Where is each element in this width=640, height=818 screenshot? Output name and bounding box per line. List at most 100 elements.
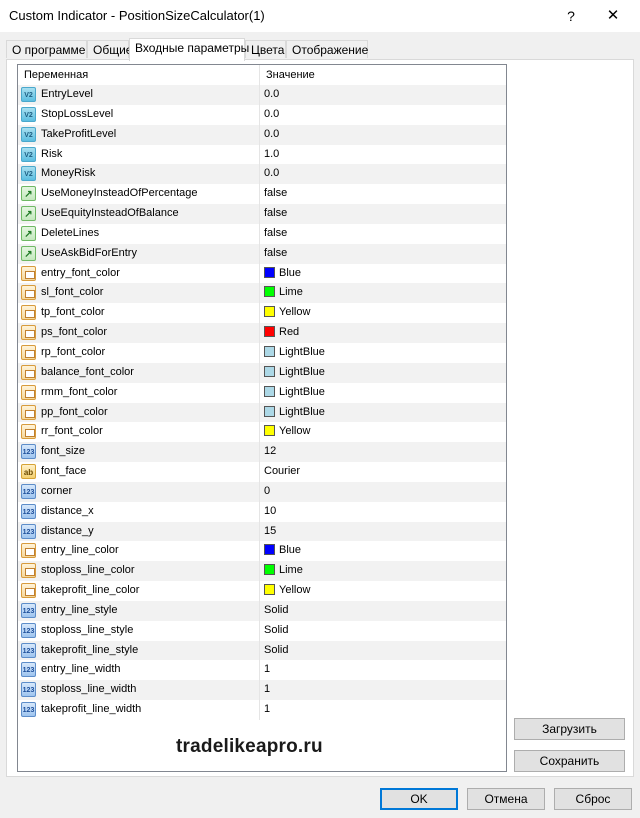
grid-row[interactable]: entry_line_color Blue [18, 541, 506, 562]
variable-cell: ab font_face [18, 462, 260, 482]
value-cell[interactable]: LightBlue [264, 363, 325, 383]
value-cell[interactable]: Solid [264, 601, 288, 621]
title-bar: Custom Indicator - PositionSizeCalculato… [0, 0, 640, 32]
value-cell[interactable]: 12 [264, 442, 276, 462]
value-text: Lime [279, 286, 303, 299]
value-cell[interactable]: 10 [264, 502, 276, 522]
tab-input-parameters[interactable]: Входные параметры [129, 38, 249, 61]
grid-row[interactable]: ↗ DeleteLines false [18, 223, 506, 244]
grid-row[interactable]: 123 takeprofit_line_style Solid [18, 640, 506, 661]
close-button[interactable]: ✕ [598, 4, 628, 28]
value-cell[interactable]: 1 [264, 680, 270, 700]
grid-rows: V2 EntryLevel 0.0 V2 StopLossLevel 0.0 V2 TakeP… [18, 85, 506, 720]
value-text: 1.0 [264, 147, 280, 160]
value-cell[interactable]: 1 [264, 700, 270, 720]
grid-row[interactable]: tp_font_color Yellow [18, 303, 506, 324]
variable-cell: rr_font_color [18, 422, 260, 443]
value-text: 12 [264, 445, 277, 458]
value-cell[interactable]: LightBlue [264, 343, 325, 363]
variable-cell: V2 MoneyRisk [18, 164, 260, 185]
grid-row[interactable]: 123 entry_line_style Solid [18, 600, 506, 621]
value-cell[interactable]: 0.0 [264, 125, 279, 145]
reset-button[interactable]: Сброс [554, 788, 632, 810]
value-text: Courier [264, 465, 301, 478]
value-cell[interactable]: Yellow [264, 303, 310, 323]
help-button[interactable]: ? [556, 4, 586, 28]
value-cell[interactable]: 0 [264, 482, 270, 502]
header-value[interactable]: Значение [260, 65, 506, 85]
grid-row[interactable]: ps_font_color Red [18, 323, 506, 343]
load-button[interactable]: Загрузить [514, 718, 625, 740]
double-value-icon: V2 [21, 106, 36, 122]
grid-row[interactable]: 123 distance_y 15 [18, 521, 506, 542]
value-text: 0.0 [264, 127, 280, 140]
double-value-icon: V2 [21, 87, 36, 102]
value-cell[interactable]: false [264, 184, 287, 204]
grid-row[interactable]: V2 TakeProfitLevel 0.0 [18, 124, 506, 145]
value-text: Red [279, 326, 300, 339]
value-cell[interactable]: 1 [264, 660, 270, 680]
value-cell[interactable]: 0.0 [264, 85, 279, 105]
grid-row[interactable]: V2 Risk 1.0 [18, 144, 506, 165]
grid-row[interactable]: 123 distance_x 10 [18, 501, 506, 522]
value-cell[interactable]: Solid [264, 641, 288, 661]
grid-row[interactable]: stoploss_line_color Lime [18, 561, 506, 582]
grid-row[interactable]: V2 MoneyRisk 0.0 [18, 164, 506, 185]
grid-row[interactable]: V2 EntryLevel 0.0 [18, 85, 506, 105]
integer-icon: 123 [21, 642, 36, 658]
value-cell[interactable]: Lime [264, 283, 303, 303]
value-cell[interactable]: Yellow [264, 422, 310, 442]
value-text: 0 [264, 484, 271, 497]
value-cell[interactable]: Blue [264, 541, 301, 561]
grid-row[interactable]: 123 font_size 12 [18, 442, 506, 463]
value-cell[interactable]: false [264, 244, 287, 264]
boolean-icon: ↗ [21, 206, 36, 222]
value-cell[interactable]: false [264, 224, 287, 244]
value-cell[interactable]: LightBlue [264, 403, 325, 423]
grid-row[interactable]: V2 StopLossLevel 0.0 [18, 104, 506, 125]
tab-about[interactable]: О программе [6, 40, 87, 58]
tab-general[interactable]: Общие [87, 40, 132, 58]
grid-row[interactable]: 123 entry_line_width 1 [18, 660, 506, 681]
value-cell[interactable]: LightBlue [264, 383, 325, 403]
value-cell[interactable]: 0.0 [264, 164, 279, 184]
save-button[interactable]: Сохранить [514, 750, 625, 772]
cancel-button[interactable]: Отмена [467, 788, 545, 810]
grid-row[interactable]: rmm_font_color LightBlue [18, 382, 506, 403]
grid-row[interactable]: 123 takeprofit_line_width 1 [18, 700, 506, 720]
grid-row[interactable]: entry_font_color Blue [18, 263, 506, 284]
variable-cell: stoploss_line_color [18, 561, 260, 582]
value-cell[interactable]: Blue [264, 264, 301, 284]
value-cell[interactable]: 0.0 [264, 105, 279, 125]
header-variable[interactable]: Переменная [18, 65, 260, 85]
grid-row[interactable]: balance_font_color LightBlue [18, 362, 506, 383]
grid-row[interactable]: 123 stoploss_line_width 1 [18, 680, 506, 701]
grid-row[interactable]: 123 corner 0 [18, 481, 506, 502]
grid-row[interactable]: ↗ UseEquityInsteadOfBalance false [18, 204, 506, 224]
boolean-icon: ↗ [21, 245, 36, 261]
value-cell[interactable]: Lime [264, 561, 303, 581]
value-cell[interactable]: Solid [264, 621, 288, 641]
tab-display[interactable]: Отображение [286, 40, 368, 58]
variable-name: DeleteLines [41, 226, 100, 239]
value-cell[interactable]: Yellow [264, 581, 310, 601]
grid-row[interactable]: ↗ UseAskBidForEntry false [18, 243, 506, 264]
grid-row[interactable]: sl_font_color Lime [18, 283, 506, 304]
grid-header: Переменная Значение [18, 65, 506, 85]
value-text: LightBlue [279, 365, 325, 378]
value-cell[interactable]: Courier [264, 462, 300, 482]
color-swatch [264, 405, 275, 417]
grid-row[interactable]: 123 stoploss_line_style Solid [18, 620, 506, 641]
grid-row[interactable]: ↗ UseMoneyInsteadOfPercentage false [18, 184, 506, 205]
grid-row[interactable]: rp_font_color LightBlue [18, 342, 506, 363]
value-cell[interactable]: 15 [264, 522, 276, 542]
value-cell[interactable]: 1.0 [264, 145, 279, 165]
tab-colors[interactable]: Цвета [245, 40, 286, 58]
grid-row[interactable]: pp_font_color LightBlue [18, 402, 506, 423]
grid-row[interactable]: takeprofit_line_color Yellow [18, 581, 506, 601]
value-cell[interactable]: false [264, 204, 287, 224]
ok-button[interactable]: OK [380, 788, 458, 810]
value-cell[interactable]: Red [264, 323, 299, 343]
grid-row[interactable]: rr_font_color Yellow [18, 422, 506, 443]
grid-row[interactable]: ab font_face Courier [18, 462, 506, 482]
